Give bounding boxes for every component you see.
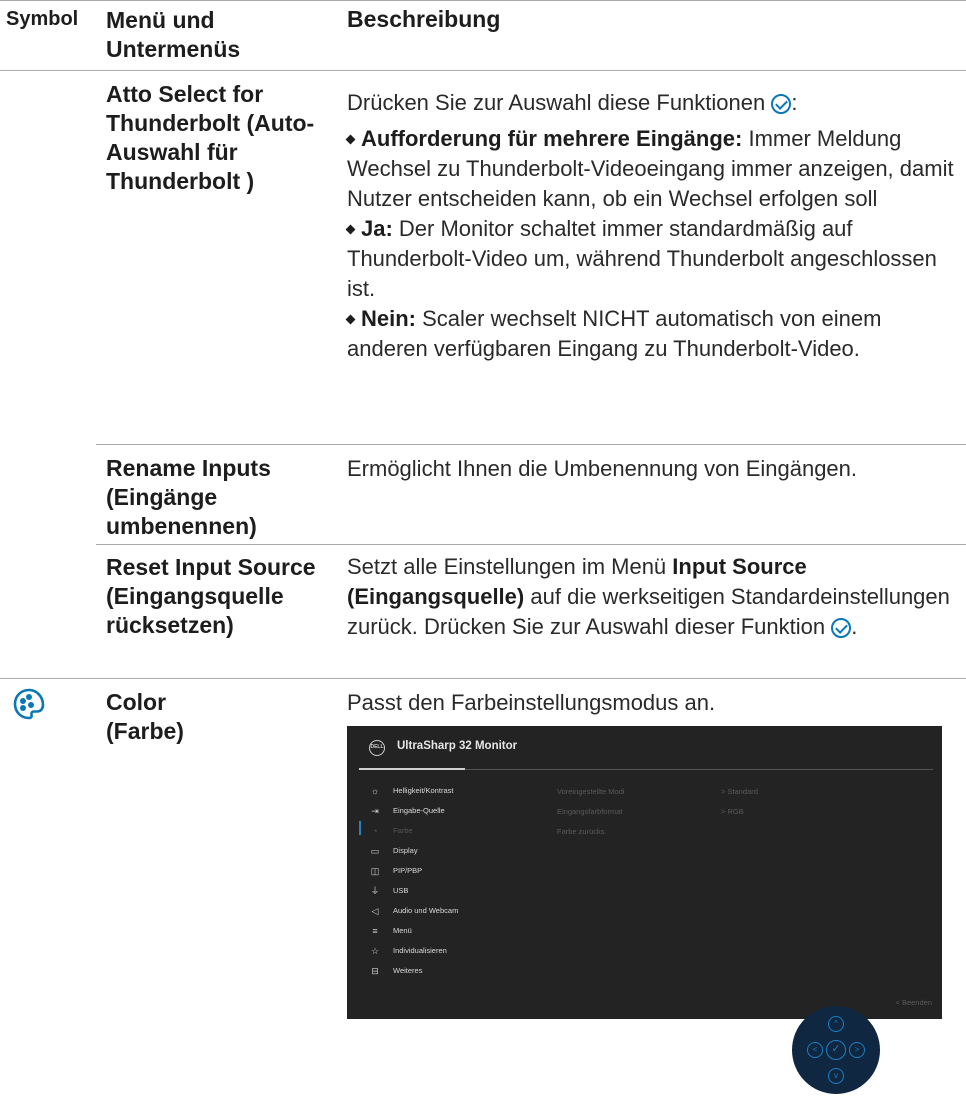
description-color: Passt den Farbeinstellungsmodus an.: [347, 690, 716, 715]
osd-submenu-reset-color[interactable]: Farbe zurücks.: [557, 827, 607, 836]
joystick-center-icon: ✓: [826, 1040, 846, 1060]
check-circle-icon: [771, 94, 792, 114]
osd-title: UltraSharp 32 Monitor: [397, 740, 518, 752]
bullet-icon: [345, 134, 356, 145]
description-atto-select: Drücken Sie zur Auswahl diese Funktionen…: [345, 88, 959, 364]
description-reset-input-source: Setzt alle Einstellungen im Menü Input S…: [347, 554, 950, 639]
others-icon: ⊟: [371, 966, 379, 976]
menu-item-atto-select: Atto Select for Thunderbolt (Auto-Auswah…: [106, 81, 315, 194]
column-header-description: Beschreibung: [347, 6, 501, 32]
dell-logo-icon: DELL: [369, 740, 385, 756]
pip-pbp-icon: ◫: [370, 866, 380, 876]
usb-icon: ⏚: [370, 886, 380, 896]
intro-line: Drücken Sie zur Auswahl diese Funktionen…: [347, 90, 798, 115]
audio-webcam-icon: ◁: [371, 906, 379, 916]
column-header-menu: Menü und Untermenüs: [106, 7, 241, 62]
star-icon: ☆: [370, 946, 380, 956]
osd-submenu-preset-modes[interactable]: Voreingestellte Modi: [557, 787, 625, 796]
joystick-icon: ^ v < > ✓: [792, 1006, 880, 1094]
column-header-symbol: Symbol: [6, 8, 79, 30]
bullet-multi-input: Aufforderung für mehrere Eingänge: Immer…: [345, 126, 954, 211]
description-rename-inputs: Ermöglicht Ihnen die Umbenennung von Ein…: [347, 456, 858, 481]
osd-exit-button[interactable]: < Beenden: [896, 998, 933, 1007]
joystick-right-icon: >: [849, 1042, 865, 1058]
bullet-yes: Ja: Der Monitor schaltet immer standardm…: [345, 216, 937, 301]
menu-item-color: Color (Farbe): [106, 689, 184, 744]
menu-item-reset-input-source: Reset Input Source (Eingangsquelle rücks…: [106, 554, 316, 638]
input-source-icon: ⇥: [371, 806, 379, 816]
menu-item-rename-inputs: Rename Inputs (Eingänge umbenennen): [106, 455, 271, 539]
bullet-icon: [345, 314, 356, 325]
brightness-icon: ☼: [370, 786, 380, 796]
joystick-left-icon: <: [807, 1042, 823, 1058]
color-icon: ◔: [372, 826, 378, 836]
osd-submenu-input-color-format-value: > RGB: [721, 807, 744, 816]
menu-icon: ≡: [372, 926, 378, 936]
bullet-icon: [345, 224, 356, 235]
check-circle-icon: [831, 618, 852, 638]
joystick-down-icon: v: [828, 1068, 844, 1084]
osd-header: DELL UltraSharp 32 Monitor: [347, 726, 942, 770]
color-palette-icon: [12, 687, 46, 721]
bullet-no: Nein: Scaler wechselt NICHT automatisch …: [345, 306, 882, 361]
display-icon: ▭: [370, 846, 380, 856]
osd-submenu-input-color-format[interactable]: Eingangsfarbformat: [557, 807, 622, 816]
joystick-up-icon: ^: [828, 1016, 844, 1032]
osd-submenu-preset-modes-value: > Standard: [721, 787, 758, 796]
osd-menu-screenshot: DELL UltraSharp 32 Monitor ☼ Helligkeit/…: [347, 726, 942, 1019]
